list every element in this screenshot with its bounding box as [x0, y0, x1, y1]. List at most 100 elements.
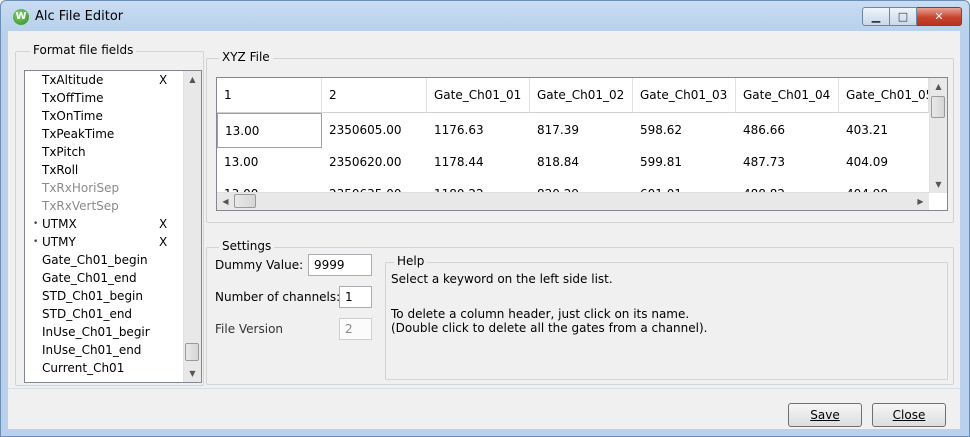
list-item-label: InUse_Ch01_end — [42, 343, 142, 357]
list-item[interactable]: TxPitch — [25, 145, 185, 160]
list-item[interactable]: TxRxVertSep — [25, 199, 185, 214]
list-item[interactable]: STD_Ch01_end — [25, 307, 185, 322]
dummy-value-field[interactable]: 9999 — [308, 254, 372, 276]
grid-scroll-down-icon[interactable]: ▼ — [930, 176, 947, 193]
table-cell[interactable]: 13.00 — [217, 145, 322, 180]
list-item-label: TxRxHoriSep — [42, 181, 120, 195]
help-label: Help — [394, 254, 428, 268]
file-version-field: 2 — [339, 318, 372, 340]
grid-horizontal-scrollbar[interactable]: ◀ ▶ — [217, 192, 929, 210]
table-cell[interactable]: 818.84 — [530, 145, 633, 180]
column-header[interactable]: Gate_Ch01_04 — [736, 78, 839, 113]
format-fields-list[interactable]: TxAltitude X TxOffTime TxOnTime TxPeakTime Tx… — [24, 70, 202, 383]
table-cell[interactable]: 2350620.00 — [322, 145, 427, 180]
column-header[interactable]: 2 — [322, 78, 427, 113]
column-header[interactable]: Gate_Ch01_01 — [427, 78, 530, 113]
item-marker-icon: • — [33, 237, 39, 247]
format-fields-scrollbar[interactable]: ▲ ▼ — [183, 71, 201, 382]
list-item[interactable]: TxAltitude X — [25, 73, 185, 88]
list-item[interactable]: TxRoll — [25, 163, 185, 178]
list-item-label: UTMX — [42, 217, 77, 231]
table-cell[interactable]: 486.66 — [736, 113, 839, 148]
grid-scroll-right-icon[interactable]: ▶ — [912, 193, 929, 210]
list-item-label: STD_Ch01_end — [42, 307, 133, 321]
scroll-down-icon[interactable]: ▼ — [184, 365, 201, 382]
item-marker-icon: • — [33, 219, 39, 229]
list-item[interactable]: Gate_Ch01_begin — [25, 253, 185, 268]
column-header[interactable]: 1 — [217, 78, 322, 113]
xyz-file-label: XYZ File — [219, 50, 273, 64]
window-title: Alc File Editor — [35, 9, 124, 24]
table-cell[interactable]: 598.62 — [633, 113, 736, 148]
help-text-line1: Select a keyword on the left side list. — [391, 272, 613, 286]
table-cell[interactable]: 1176.63 — [427, 113, 530, 148]
save-button[interactable]: Save — [788, 403, 862, 427]
list-item-label: TxOnTime — [42, 109, 103, 123]
table-cell[interactable]: 1178.44 — [427, 145, 530, 180]
help-text-line2: To delete a column header, just click on… — [391, 307, 690, 321]
close-window-button[interactable]: ✕ — [917, 7, 962, 26]
minimize-button[interactable]: ▁ — [862, 7, 890, 26]
table-cell[interactable]: 599.81 — [633, 145, 736, 180]
list-item[interactable]: InUse_Ch01_begir — [25, 325, 185, 340]
list-item-label: UTMY — [42, 235, 76, 249]
number-of-channels-field[interactable]: 1 — [339, 286, 372, 308]
table-cell[interactable]: 817.39 — [530, 113, 633, 148]
list-item-label: TxAltitude — [42, 73, 104, 87]
table-cell[interactable]: 2350605.00 — [322, 113, 427, 148]
maximize-button[interactable]: □ — [890, 7, 917, 26]
list-item[interactable]: • UTMX X — [25, 217, 185, 232]
list-item-label: TxRoll — [42, 163, 79, 177]
window-controls: ▁ □ ✕ — [862, 7, 962, 26]
table-cell[interactable]: 403.21 — [839, 113, 929, 148]
list-item-label: InUse_Ch01_begir — [42, 325, 150, 339]
table-cell[interactable]: 404.09 — [839, 145, 929, 180]
xyz-data-grid[interactable]: 1 2 Gate_Ch01_01 Gate_Ch01_02 Gate_Ch01_03 Ga… — [216, 77, 948, 211]
list-item-label: Current_Ch01 — [42, 361, 125, 375]
list-item-label: Gate_Ch01_end — [42, 271, 137, 285]
list-item-flag: X — [159, 73, 168, 87]
scroll-up-icon[interactable]: ▲ — [184, 71, 201, 88]
grid-horizontal-thumb[interactable] — [234, 194, 256, 208]
list-item[interactable]: Gate_Ch01_end — [25, 271, 185, 286]
file-version-label: File Version — [215, 322, 284, 336]
grid-vertical-thumb[interactable] — [931, 96, 945, 118]
list-item[interactable]: • UTMY X — [25, 235, 185, 250]
close-button[interactable]: Close — [872, 403, 946, 427]
title-bar[interactable]: W Alc File Editor ▁ □ ✕ — [1, 1, 969, 33]
list-item[interactable]: TxOnTime — [25, 109, 185, 124]
number-of-channels-label: Number of channels: — [215, 290, 341, 304]
close-button-label: Close — [892, 408, 926, 422]
minimize-icon: ▁ — [871, 10, 881, 23]
list-item-flag: X — [159, 217, 168, 231]
table-cell[interactable]: 487.73 — [736, 145, 839, 180]
list-item[interactable]: TxOffTime — [25, 91, 185, 106]
list-item[interactable]: STD_Ch01_begin — [25, 289, 185, 304]
maximize-icon: □ — [897, 10, 909, 23]
grid-scroll-up-icon[interactable]: ▲ — [930, 78, 947, 95]
list-item-label: TxPeakTime — [42, 127, 115, 141]
help-text-line3: (Double click to delete all the gates fr… — [391, 321, 708, 335]
format-fields-label: Format file fields — [30, 43, 137, 57]
list-item-flag: X — [159, 235, 168, 249]
list-item[interactable]: InUse_Ch01_end — [25, 343, 185, 358]
list-item-label: Gate_Ch01_begin — [42, 253, 148, 267]
list-item[interactable]: TxPeakTime — [25, 127, 185, 142]
settings-label: Settings — [219, 239, 275, 253]
column-header[interactable]: Gate_Ch01_02 — [530, 78, 633, 113]
close-icon: ✕ — [934, 10, 944, 23]
list-item[interactable]: Current_Ch01 — [25, 361, 185, 376]
list-item-label: STD_Ch01_begin — [42, 289, 143, 303]
grid-vertical-scrollbar[interactable]: ▲ ▼ — [929, 78, 947, 193]
column-header[interactable]: Gate_Ch01_03 — [633, 78, 736, 113]
list-item-label: TxRxVertSep — [42, 199, 119, 213]
app-logo-icon: W — [13, 9, 29, 25]
list-item-label: TxOffTime — [42, 91, 104, 105]
grid-scroll-left-icon[interactable]: ◀ — [217, 193, 234, 210]
list-item[interactable]: TxRxHoriSep — [25, 181, 185, 196]
dummy-value-label: Dummy Value: — [215, 258, 304, 272]
column-header[interactable]: Gate_Ch01_05 — [839, 78, 929, 113]
scroll-thumb[interactable] — [185, 343, 199, 361]
save-button-label: Save — [810, 408, 840, 422]
table-cell[interactable]: 13.00 — [217, 113, 322, 148]
